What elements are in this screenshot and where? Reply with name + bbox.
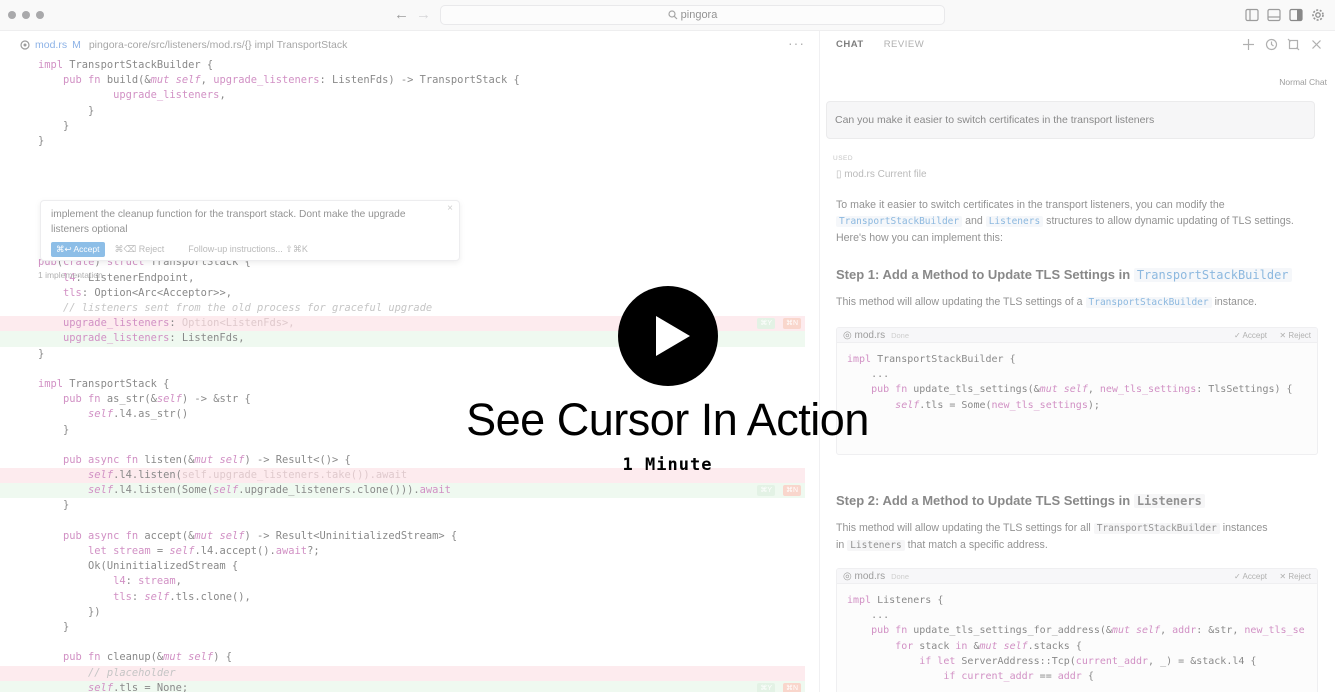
video-title: See Cursor In Action — [466, 394, 869, 445]
play-icon[interactable] — [618, 286, 718, 386]
video-duration: 1 Minute — [622, 455, 713, 475]
